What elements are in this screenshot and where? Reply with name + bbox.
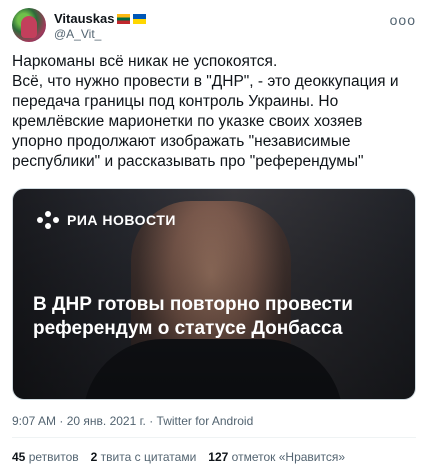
tweet-date[interactable]: 20 янв. 2021 г. bbox=[67, 414, 146, 428]
media-image[interactable]: РИА НОВОСТИ В ДНР готовы повторно провес… bbox=[12, 188, 416, 400]
tweet-header: Vitauskas @A_Vit_ ooo bbox=[12, 6, 416, 46]
ria-logo-text: РИА НОВОСТИ bbox=[67, 212, 176, 228]
ukraine-flag-icon bbox=[133, 13, 147, 24]
author-name[interactable]: Vitauskas bbox=[54, 11, 114, 26]
author-name-row[interactable]: Vitauskas bbox=[54, 11, 147, 26]
more-options-icon[interactable]: ooo bbox=[390, 12, 416, 28]
avatar[interactable] bbox=[12, 8, 46, 42]
ria-logo: РИА НОВОСТИ bbox=[37, 209, 176, 231]
divider bbox=[12, 437, 416, 438]
tweet: Vitauskas @A_Vit_ ooo Наркоманы всё ника… bbox=[0, 0, 428, 473]
ria-logo-icon bbox=[37, 209, 59, 231]
media-headline: В ДНР готовы повторно провести референду… bbox=[33, 294, 353, 339]
author-handle[interactable]: @A_Vit_ bbox=[54, 27, 101, 41]
tweet-meta: 9:07 AM · 20 янв. 2021 г. · Twitter for … bbox=[12, 414, 254, 428]
quotes-stat[interactable]: 2 твита с цитатами bbox=[91, 450, 197, 464]
tweet-stats: 45 ретвитов 2 твита с цитатами 127 отмет… bbox=[12, 450, 345, 464]
avatar-figure bbox=[21, 16, 37, 38]
likes-stat[interactable]: 127 отметок «Нравится» bbox=[208, 450, 345, 464]
tweet-source[interactable]: Twitter for Android bbox=[157, 414, 254, 428]
lithuania-flag-icon bbox=[117, 13, 131, 24]
tweet-text: Наркоманы всё никак не успокоятся. Всё, … bbox=[12, 53, 399, 170]
retweets-stat[interactable]: 45 ретвитов bbox=[12, 450, 79, 464]
tweet-time[interactable]: 9:07 AM bbox=[12, 414, 56, 428]
